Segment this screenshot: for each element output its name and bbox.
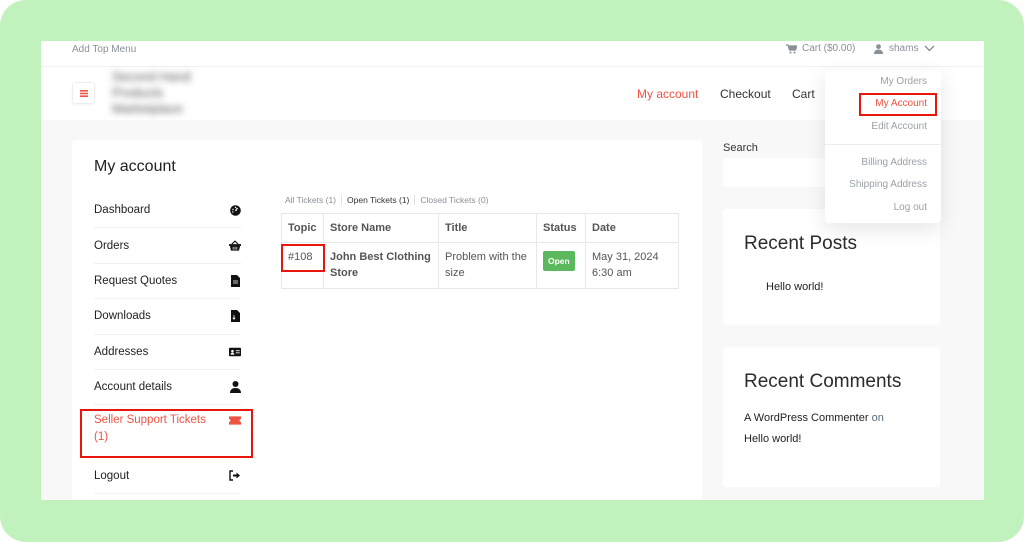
nav-checkout[interactable]: Checkout xyxy=(720,87,771,101)
user-icon xyxy=(874,43,883,54)
comment-connector: on xyxy=(871,412,884,424)
status-badge: Open xyxy=(543,251,575,271)
document-icon xyxy=(229,274,241,287)
recent-post-link[interactable]: Hello world! xyxy=(766,281,823,293)
cart-icon xyxy=(786,43,797,53)
account-nav-label: Logout xyxy=(94,469,130,482)
column-header-date: Date xyxy=(585,213,679,243)
search-input[interactable] xyxy=(723,158,833,187)
sign-out-icon xyxy=(229,470,241,482)
highlight-box-ticket-topic xyxy=(281,244,325,272)
tab-closed-tickets[interactable]: Closed Tickets (0) xyxy=(420,195,488,205)
dropdown-my-orders[interactable]: My Orders xyxy=(880,76,927,87)
user-menu-toggle[interactable]: shams xyxy=(874,43,935,54)
hamburger-menu-button[interactable] xyxy=(72,82,95,104)
recent-posts-title: Recent Posts xyxy=(744,233,857,254)
basket-icon xyxy=(229,240,241,252)
user-icon xyxy=(229,381,241,394)
account-nav-orders[interactable]: Orders xyxy=(94,228,241,264)
column-header-title: Title xyxy=(438,213,537,243)
tab-all-tickets[interactable]: All Tickets (1) xyxy=(285,195,336,205)
highlight-box-my-account xyxy=(859,93,937,116)
add-top-menu-link[interactable]: Add Top Menu xyxy=(72,44,136,55)
search-label: Search xyxy=(723,142,758,154)
account-nav-label: Orders xyxy=(94,239,130,252)
dashboard-gauge-icon xyxy=(229,204,241,216)
dropdown-billing-address[interactable]: Billing Address xyxy=(861,157,927,168)
dropdown-divider xyxy=(825,144,941,145)
account-nav-label: Downloads xyxy=(94,310,151,323)
nav-cart[interactable]: Cart xyxy=(792,87,815,101)
ticket-status-cell: Open xyxy=(536,242,586,289)
highlight-box-seller-support-tickets xyxy=(80,409,253,458)
tab-open-tickets[interactable]: Open Tickets (1) xyxy=(347,195,409,205)
comment-author-link[interactable]: A WordPress Commenter xyxy=(744,412,869,424)
account-nav-request-quotes[interactable]: Request Quotes xyxy=(94,264,241,300)
tickets-table: Topic Store Name Title Status Date #108 … xyxy=(281,213,679,289)
hamburger-icon xyxy=(79,89,88,97)
cart-label: Cart ($0.00) xyxy=(802,43,856,54)
ticket-title: Problem with the size xyxy=(438,242,537,289)
ticket-store-name: John Best Clothing Store xyxy=(323,242,439,289)
account-nav-label: Addresses xyxy=(94,345,149,358)
account-nav-logout[interactable]: Logout xyxy=(94,458,241,494)
nav-my-account[interactable]: My account xyxy=(637,87,698,101)
account-nav-label: Account details xyxy=(94,381,172,394)
column-header-store-name: Store Name xyxy=(323,213,439,243)
column-header-topic: Topic xyxy=(281,213,324,243)
comment-post-link[interactable]: Hello world! xyxy=(744,433,801,445)
table-row: #108 John Best Clothing Store Problem wi… xyxy=(281,242,679,289)
account-nav-label: Dashboard xyxy=(94,204,151,217)
tab-separator xyxy=(414,195,416,205)
username: shams xyxy=(889,43,919,54)
ticket-date: May 31, 2024 6:30 am xyxy=(585,242,679,289)
recent-comment-entry: A WordPress Commenter on xyxy=(744,412,884,424)
cart-link[interactable]: Cart ($0.00) xyxy=(786,43,855,54)
account-nav-account-details[interactable]: Account details xyxy=(94,370,241,406)
ticket-filter-tabs: All Tickets (1) Open Tickets (1) Closed … xyxy=(285,195,488,205)
table-header-row: Topic Store Name Title Status Date xyxy=(281,213,679,243)
address-card-icon xyxy=(229,346,241,358)
top-bar: Add Top Menu Cart ($0.00) shams xyxy=(41,41,984,67)
chevron-down-icon xyxy=(924,45,935,52)
site-logo-text[interactable]: Second Hand Products Marketplace xyxy=(112,69,212,119)
page-title: My account xyxy=(94,158,176,175)
account-nav-addresses[interactable]: Addresses xyxy=(94,335,241,370)
column-header-status: Status xyxy=(536,213,586,243)
account-nav-downloads[interactable]: Downloads xyxy=(94,299,241,335)
dropdown-edit-account[interactable]: Edit Account xyxy=(871,121,927,132)
account-nav-label: Request Quotes xyxy=(94,274,178,287)
dropdown-log-out[interactable]: Log out xyxy=(894,202,927,213)
recent-comments-widget: Recent Comments A WordPress Commenter on… xyxy=(723,347,940,487)
recent-comments-title: Recent Comments xyxy=(744,371,902,392)
tab-separator xyxy=(341,195,343,205)
browser-viewport: Add Top Menu Cart ($0.00) shams Second H… xyxy=(41,41,984,500)
recent-posts-widget: Recent Posts Hello world! xyxy=(723,209,940,325)
account-nav-dashboard[interactable]: Dashboard xyxy=(94,193,241,229)
file-download-icon xyxy=(229,310,241,323)
dropdown-shipping-address[interactable]: Shipping Address xyxy=(849,179,927,190)
